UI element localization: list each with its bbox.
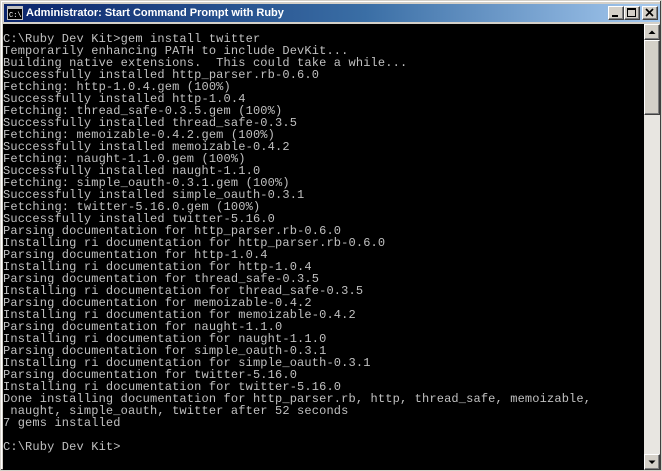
close-icon [645,8,654,17]
close-button[interactable] [642,6,658,20]
console-output[interactable]: C:\Ruby Dev Kit>gem install twitter Temp… [3,24,644,470]
minimize-button[interactable] [608,6,624,20]
console-lines: C:\Ruby Dev Kit>gem install twitter Temp… [3,33,591,453]
maximize-button[interactable] [624,6,640,20]
window-title: Administrator: Start Command Prompt with… [26,7,284,19]
scroll-up-button[interactable] [644,24,660,40]
title-bar[interactable]: C:\ Administrator: Start Command Prompt … [4,4,660,22]
scrollbar-thumb[interactable] [644,40,660,115]
command-prompt-window: C:\ Administrator: Start Command Prompt … [0,0,662,471]
maximize-icon [627,8,636,17]
minimize-icon [612,15,618,17]
scroll-down-button[interactable] [644,454,660,470]
console-prompt-line[interactable]: C:\Ruby Dev Kit> [3,441,591,453]
console-line: 7 gems installed [3,416,121,430]
scroll-up-arrow-icon [648,30,656,34]
scroll-down-arrow-icon [648,460,656,464]
svg-text:C:\: C:\ [9,12,22,20]
vertical-scrollbar[interactable] [644,24,660,470]
cmd-icon[interactable]: C:\ [7,5,23,21]
